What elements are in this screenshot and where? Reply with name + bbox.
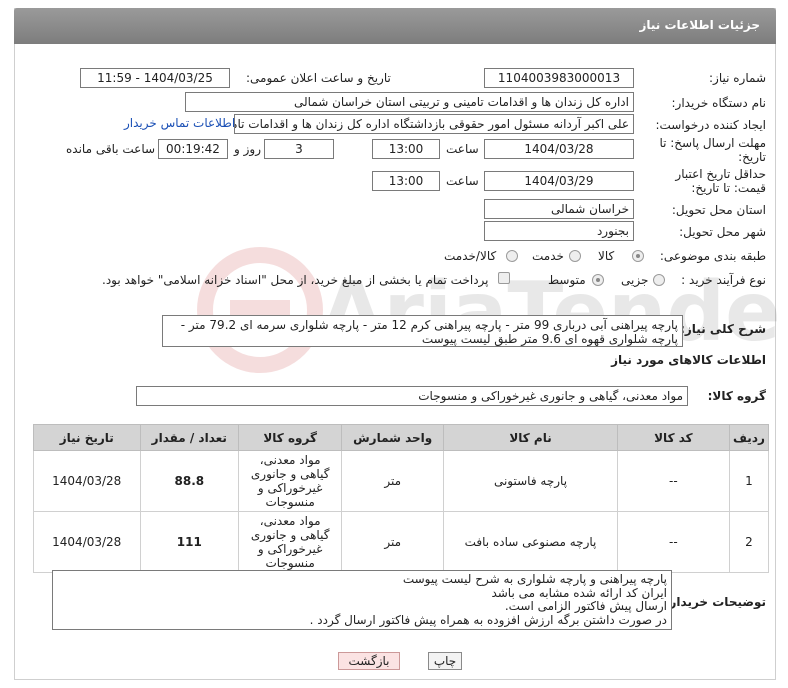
- goods-group-field: مواد معدنی، گیاهی و جانوری غیرخوراکی و م…: [136, 386, 688, 406]
- back-button[interactable]: بازگشت: [338, 652, 400, 670]
- category-service-radio[interactable]: [569, 250, 581, 262]
- general-desc-label: شرح کلی نیاز:: [680, 322, 766, 336]
- goods-group-cell: مواد معدنی، گیاهی و جانوری غیرخوراکی و م…: [238, 511, 343, 573]
- deadline-date-field: 1404/03/28: [484, 139, 634, 159]
- validity-date-field: 1404/03/29: [484, 171, 634, 191]
- buyer-note-line: ارسال پیش فاکتور الزامی است.: [504, 599, 667, 613]
- buyer-notes-field: پارچه پیراهنی و پارچه شلواری به شرح لیست…: [52, 570, 672, 630]
- need-number-label: شماره نیاز:: [709, 71, 766, 85]
- deadline-label: مهلت ارسال پاسخ: تا تاریخ:: [659, 136, 766, 164]
- goods-group-label: گروه کالا:: [707, 389, 766, 403]
- requester-field: علی اکبر آردانه مسئول امور حقوقی بازداشت…: [234, 114, 634, 134]
- process-medium-label: متوسط: [548, 273, 586, 287]
- col-header-goods-code: کد کالا: [616, 424, 730, 451]
- city-label: شهر محل تحویل:: [679, 225, 766, 239]
- goods-name-cell: پارچه فاستونی: [443, 450, 618, 512]
- buyer-note-line: پارچه پیراهنی و پارچه شلواری به شرح لیست…: [402, 572, 667, 586]
- category-label: طبقه بندی موضوعی:: [659, 249, 766, 263]
- province-label: استان محل تحویل:: [671, 203, 766, 217]
- buyer-contact-link[interactable]: اطلاعات تماس خریدار: [124, 116, 235, 130]
- goods-info-heading: اطلاعات کالاهای مورد نیاز: [611, 353, 766, 367]
- print-button[interactable]: چاپ: [428, 652, 462, 670]
- panel-header: جزئیات اطلاعات نیاز: [14, 8, 776, 44]
- col-header-unit: واحد شمارش: [341, 424, 445, 451]
- col-header-need-date: تاریخ نیاز: [33, 424, 141, 451]
- days-field: 3: [264, 139, 334, 159]
- announce-date-label: تاریخ و ساعت اعلان عمومی:: [246, 71, 391, 85]
- validity-label: حداقل تاریخ اعتبار قیمت: تا تاریخ:: [675, 167, 766, 195]
- process-minor-radio[interactable]: [653, 274, 665, 286]
- category-goods-label: کالا: [598, 249, 615, 263]
- goods-table: ردیف کد کالا نام کالا واحد شمارش گروه کا…: [33, 424, 770, 573]
- remaining-time-field: 00:19:42: [158, 139, 228, 159]
- row-number-cell: 1: [728, 450, 770, 512]
- need-date-cell: 1404/03/28: [33, 450, 141, 512]
- page-title: جزئیات اطلاعات نیاز: [639, 18, 760, 32]
- goods-name-cell: پارچه مصنوعی ساده بافت: [443, 511, 618, 573]
- goods-group-cell: مواد معدنی، گیاهی و جانوری غیرخوراکی و م…: [238, 450, 343, 512]
- goods-table-header-row: ردیف کد کالا نام کالا واحد شمارش گروه کا…: [33, 424, 770, 451]
- unit-cell: متر: [341, 511, 445, 573]
- quantity-cell: 111: [139, 511, 240, 573]
- buyer-org-label: نام دستگاه خریدار:: [671, 96, 767, 110]
- treasury-payment-checkbox[interactable]: [498, 272, 510, 284]
- remaining-label: ساعت باقی مانده: [66, 142, 156, 156]
- category-service-label: خدمت: [532, 249, 564, 263]
- table-row: 2 -- پارچه مصنوعی ساده بافت متر مواد معد…: [33, 511, 770, 573]
- process-minor-label: جزیی: [621, 273, 649, 287]
- process-medium-radio[interactable]: [592, 274, 604, 286]
- deadline-time-field: 13:00: [372, 139, 440, 159]
- col-header-quantity: تعداد / مقدار: [139, 424, 240, 451]
- col-header-row-number: ردیف: [728, 424, 770, 451]
- days-label: روز و: [234, 142, 261, 156]
- table-row: 1 -- پارچه فاستونی متر مواد معدنی، گیاهی…: [33, 450, 770, 512]
- goods-code-cell: --: [616, 511, 730, 573]
- city-field: بجنورد: [484, 221, 634, 241]
- need-number-field: 1104003983000013: [484, 68, 634, 88]
- buyer-org-field: اداره کل زندان ها و اقدامات تامینی و ترب…: [185, 92, 634, 112]
- category-goods-service-label: کالا/خدمت: [444, 249, 497, 263]
- category-goods-service-radio[interactable]: [506, 250, 518, 262]
- province-field: خراسان شمالی: [484, 199, 634, 219]
- general-desc-field: پارچه پیراهنی آبی درباری 99 متر - پارچه …: [162, 315, 683, 347]
- process-type-label: نوع فرآیند خرید :: [681, 273, 766, 287]
- deadline-time-label: ساعت: [446, 142, 479, 156]
- need-date-cell: 1404/03/28: [33, 511, 141, 573]
- treasury-payment-note: پرداخت تمام یا بخشی از مبلغ خرید، از محل…: [102, 273, 489, 287]
- requester-label: ایجاد کننده درخواست:: [655, 118, 766, 132]
- row-number-cell: 2: [728, 511, 770, 573]
- quantity-cell: 88.8: [139, 450, 240, 512]
- buyer-note-line: در صورت داشتن برگه ارزش افزوده به همراه …: [309, 612, 667, 627]
- col-header-goods-name: نام کالا: [443, 424, 618, 451]
- goods-code-cell: --: [616, 450, 730, 512]
- buyer-notes-label: توضیحات خریدار:: [664, 595, 766, 609]
- category-goods-radio[interactable]: [632, 250, 644, 262]
- validity-time-field: 13:00: [372, 171, 440, 191]
- unit-cell: متر: [341, 450, 445, 512]
- col-header-goods-group: گروه کالا: [238, 424, 343, 451]
- validity-time-label: ساعت: [446, 174, 479, 188]
- buyer-note-line: ایران کد ارائه شده مشابه می باشد: [491, 585, 667, 600]
- announce-date-field: 1404/03/25 - 11:59: [80, 68, 230, 88]
